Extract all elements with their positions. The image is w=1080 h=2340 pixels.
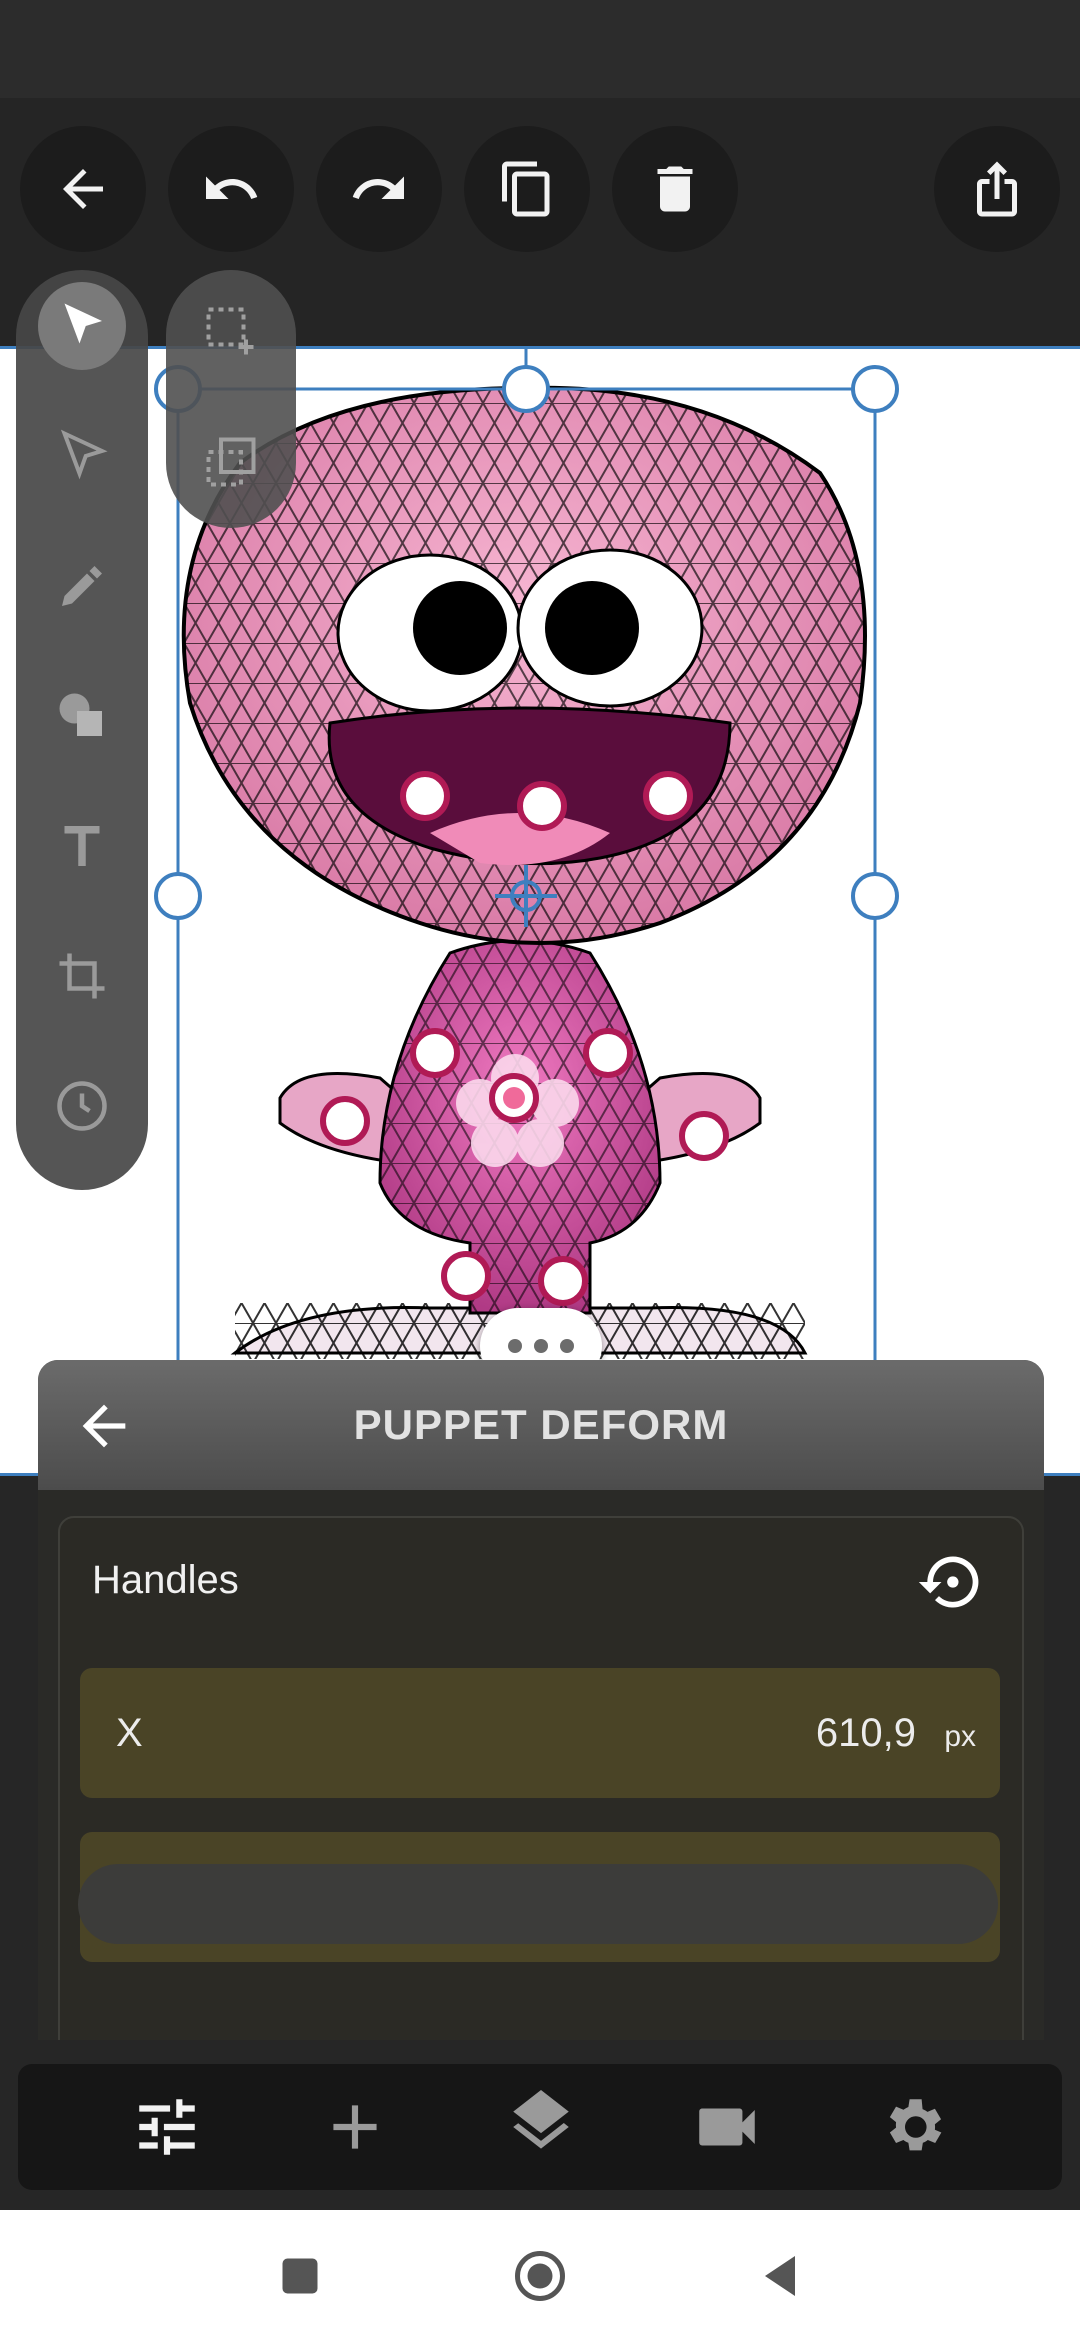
undo-icon (206, 176, 258, 199)
back-button[interactable] (20, 126, 146, 252)
sub-tool-panel (166, 270, 296, 528)
copy-selection-icon (206, 437, 256, 487)
top-toolbar (0, 98, 1080, 350)
handles-label: Handles (92, 1558, 239, 1602)
tool-direct-select[interactable] (38, 412, 126, 500)
history-icon (57, 1081, 107, 1131)
pen-icon (62, 566, 102, 606)
panel-header: PUPPET DEFORM (38, 1360, 1044, 1490)
select-arrow-icon (64, 303, 102, 344)
delete-icon (657, 166, 693, 212)
recents-icon[interactable] (270, 2246, 330, 2306)
crop-icon (59, 953, 105, 999)
tool-text[interactable] (38, 802, 126, 890)
dot-icon (560, 1339, 574, 1353)
system-nav-bar (0, 2210, 1080, 2340)
text-icon (64, 826, 100, 866)
duplicate-icon (502, 161, 550, 217)
video-icon[interactable] (690, 2090, 764, 2164)
x-field[interactable]: X 610,9 px (80, 1668, 1000, 1798)
handles-section: Handles X 610,9 px Y 477,6 px (58, 1516, 1024, 2040)
canvas[interactable] (0, 346, 1080, 1476)
panel-back-icon[interactable] (72, 1394, 136, 1458)
panel-title: PUPPET DEFORM (353, 1401, 729, 1448)
share-button[interactable] (934, 126, 1060, 252)
x-field-label: X (116, 1711, 143, 1755)
redo-icon (352, 176, 404, 199)
marquee-add-icon (206, 307, 254, 355)
puppet-artwork[interactable] (0, 349, 1080, 1476)
x-field-value[interactable]: 610,9 (816, 1668, 916, 1798)
layers-icon[interactable] (504, 2090, 578, 2164)
reset-icon[interactable] (916, 1548, 984, 1616)
status-bar (0, 0, 1080, 98)
adjustments-icon[interactable] (130, 2090, 204, 2164)
tool-crop[interactable] (38, 932, 126, 1020)
back-icon (63, 169, 103, 209)
shapes-icon (59, 693, 102, 736)
next-field-partial[interactable] (78, 1864, 998, 1944)
share-icon (977, 161, 1017, 217)
add-icon[interactable] (318, 2090, 392, 2164)
bottom-nav (18, 2064, 1062, 2190)
settings-icon[interactable] (876, 2090, 950, 2164)
tool-pen[interactable] (38, 542, 126, 630)
tool-history[interactable] (38, 1062, 126, 1150)
x-field-unit: px (944, 1720, 976, 1753)
puppet-deform-panel: PUPPET DEFORM Handles X 610,9 px Y 477,6… (38, 1360, 1044, 2040)
delete-button[interactable] (612, 126, 738, 252)
system-back-icon[interactable] (750, 2246, 810, 2306)
home-icon[interactable] (510, 2246, 570, 2306)
direct-select-icon (60, 429, 108, 480)
tool-copy-selection[interactable] (187, 418, 275, 506)
tool-marquee-add[interactable] (187, 288, 275, 376)
tool-rail (16, 270, 148, 1190)
dot-icon (508, 1339, 522, 1353)
tool-shapes[interactable] (38, 672, 126, 760)
duplicate-button[interactable] (464, 126, 590, 252)
redo-button[interactable] (316, 126, 442, 252)
undo-button[interactable] (168, 126, 294, 252)
dot-icon (534, 1339, 548, 1353)
tool-select[interactable] (38, 282, 126, 370)
